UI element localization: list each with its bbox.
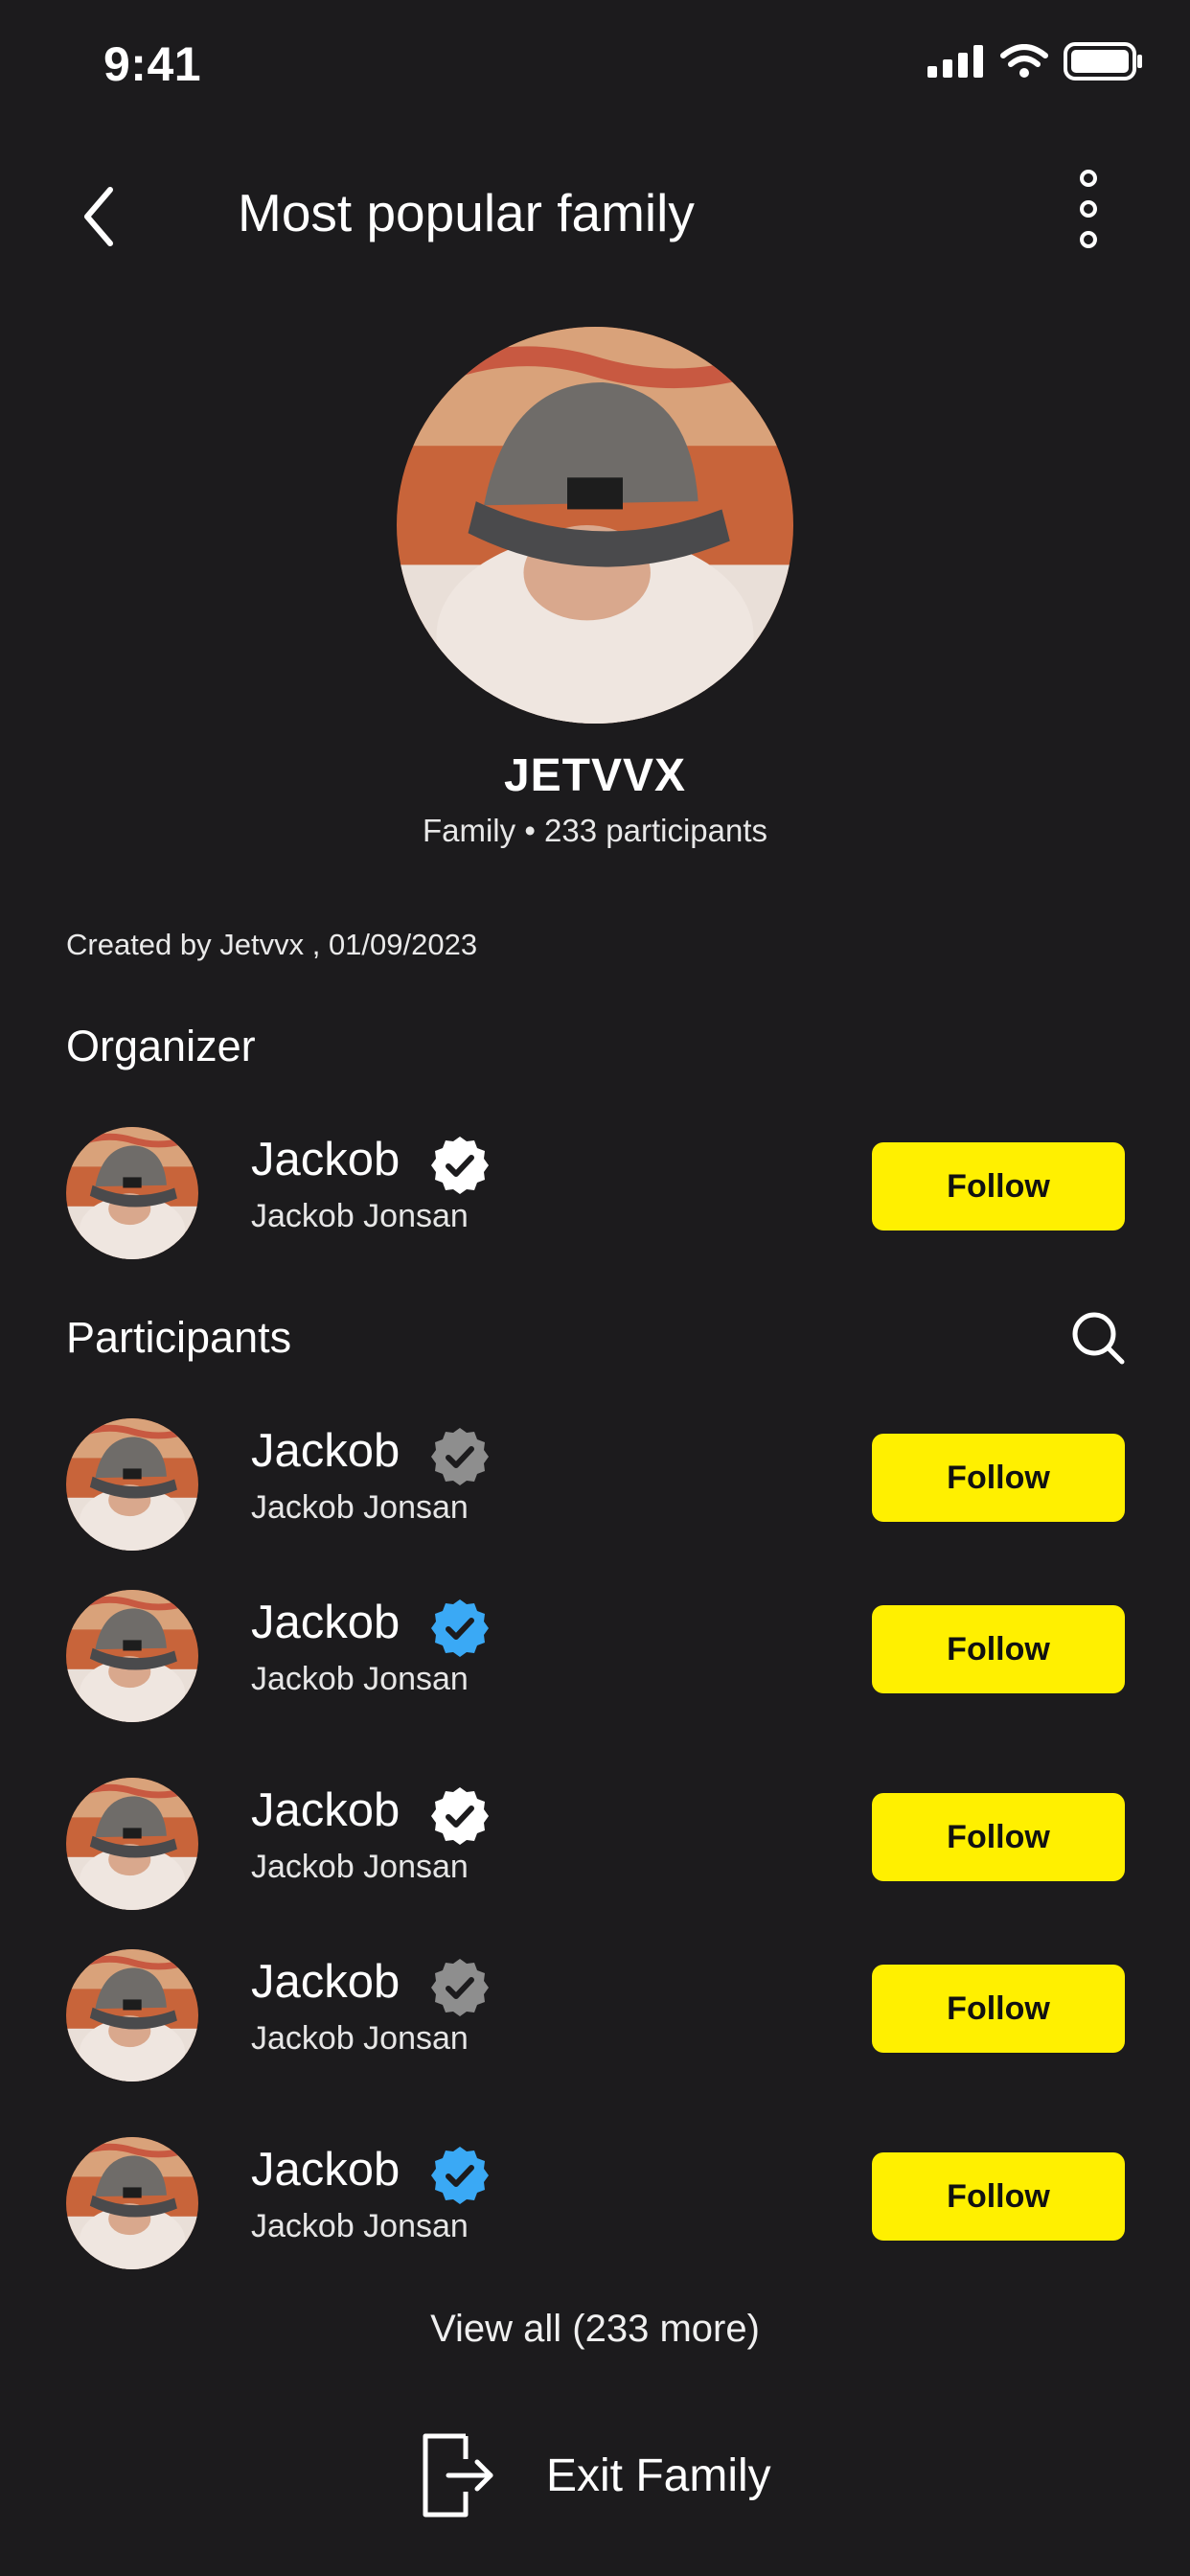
participant-count: 233 participants bbox=[544, 813, 768, 848]
follow-button[interactable]: Follow bbox=[872, 1965, 1125, 2053]
user-name: Jackob bbox=[251, 1597, 400, 1648]
wifi-icon bbox=[1000, 44, 1048, 78]
verified-badge-icon bbox=[429, 1957, 491, 2018]
avatar[interactable] bbox=[66, 1127, 198, 1259]
user-handle: Jackob Jonsan bbox=[251, 2020, 469, 2057]
verified-badge-icon bbox=[429, 1426, 491, 1487]
follow-button[interactable]: Follow bbox=[872, 1142, 1125, 1230]
user-name: Jackob bbox=[251, 2144, 400, 2196]
status-icons bbox=[927, 42, 1144, 80]
more-vertical-icon bbox=[1080, 170, 1097, 248]
verified-badge-icon bbox=[429, 1785, 491, 1847]
family-type: Family bbox=[422, 813, 516, 848]
view-all-link[interactable]: View all (233 more) bbox=[0, 2308, 1190, 2351]
avatar[interactable] bbox=[66, 2137, 198, 2269]
follow-button[interactable]: Follow bbox=[872, 1605, 1125, 1693]
search-icon[interactable] bbox=[1069, 1309, 1127, 1367]
page-title: Most popular family bbox=[238, 183, 695, 242]
chevron-left-icon bbox=[84, 187, 113, 246]
follow-button[interactable]: Follow bbox=[872, 1434, 1125, 1522]
follow-button[interactable]: Follow bbox=[872, 2152, 1125, 2241]
family-name: JETVVX bbox=[503, 750, 687, 801]
user-handle: Jackob Jonsan bbox=[251, 1661, 469, 1697]
avatar[interactable] bbox=[66, 1590, 198, 1722]
participant-row: Jackob Jackob Jonsan Follow bbox=[0, 1418, 1190, 1552]
user-handle: Jackob Jonsan bbox=[251, 1489, 469, 1526]
avatar[interactable] bbox=[66, 1949, 198, 2082]
participant-row: Jackob Jackob Jonsan Follow bbox=[0, 1949, 1190, 2083]
verified-badge-icon bbox=[429, 1598, 491, 1659]
status-time: 9:41 bbox=[103, 37, 202, 91]
avatar[interactable] bbox=[66, 1418, 198, 1551]
organizer-row: Jackob Jackob Jonsan Follow bbox=[0, 1127, 1190, 1261]
family-avatar bbox=[397, 327, 793, 724]
user-handle: Jackob Jonsan bbox=[251, 1849, 469, 1885]
participant-row: Jackob Jackob Jonsan Follow bbox=[0, 2137, 1190, 2271]
user-handle: Jackob Jonsan bbox=[251, 2208, 469, 2244]
verified-badge-icon bbox=[429, 2145, 491, 2206]
avatar[interactable] bbox=[66, 1778, 198, 1910]
user-name: Jackob bbox=[251, 1134, 400, 1185]
created-info: Created by Jetvvx , 01/09/2023 bbox=[66, 928, 478, 961]
user-name: Jackob bbox=[251, 1784, 400, 1836]
user-name: Jackob bbox=[251, 1956, 400, 2008]
meta-separator: • bbox=[524, 813, 536, 848]
exit-family-label: Exit Family bbox=[546, 2450, 771, 2501]
battery-icon bbox=[1064, 42, 1142, 80]
back-button[interactable] bbox=[75, 180, 123, 253]
signal-icon bbox=[927, 45, 983, 78]
exit-family-button[interactable]: Exit Family bbox=[420, 2432, 771, 2518]
verified-badge-icon bbox=[429, 1135, 491, 1196]
more-options-button[interactable] bbox=[1071, 169, 1106, 249]
participants-heading: Participants bbox=[66, 1313, 292, 1362]
user-handle: Jackob Jonsan bbox=[251, 1198, 469, 1234]
participant-row: Jackob Jackob Jonsan Follow bbox=[0, 1778, 1190, 1912]
family-meta: Family • 233 participants bbox=[0, 813, 1190, 849]
follow-button[interactable]: Follow bbox=[872, 1793, 1125, 1881]
participant-row: Jackob Jackob Jonsan Follow bbox=[0, 1590, 1190, 1724]
user-name: Jackob bbox=[251, 1425, 400, 1477]
organizer-heading: Organizer bbox=[66, 1022, 256, 1070]
exit-icon bbox=[423, 2433, 493, 2518]
